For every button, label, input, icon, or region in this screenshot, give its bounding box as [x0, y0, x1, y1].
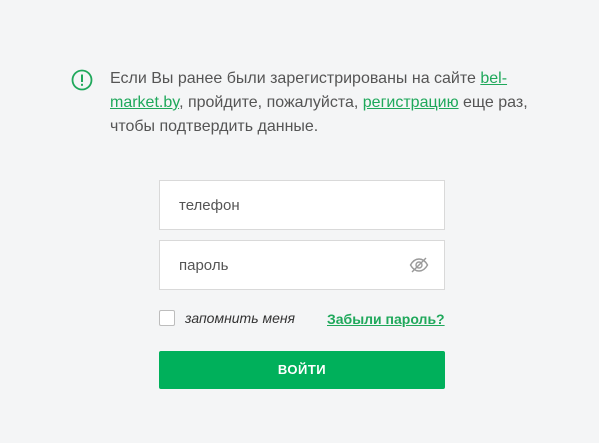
phone-input[interactable] [179, 195, 399, 215]
remember-label[interactable]: запомнить меня [185, 310, 295, 326]
phone-field[interactable] [159, 180, 445, 230]
notice-text-part1: Если Вы ранее были зарегистрированы на с… [110, 70, 481, 87]
notice-text-part2: , пройдите, пожалуйста, [179, 94, 363, 111]
remember-checkbox[interactable] [159, 310, 175, 326]
eye-slash-icon[interactable] [409, 255, 429, 275]
notice-text: Если Вы ранее были зарегистрированы на с… [110, 67, 540, 139]
exclamation-circle-icon [71, 69, 93, 91]
login-button[interactable]: ВОЙТИ [159, 351, 445, 389]
password-input[interactable] [179, 255, 399, 275]
remember-me[interactable]: запомнить меня [159, 310, 295, 326]
register-link[interactable]: регистрацию [363, 94, 459, 111]
forgot-password-link[interactable]: Забыли пароль? [327, 311, 445, 327]
password-field[interactable] [159, 240, 445, 290]
